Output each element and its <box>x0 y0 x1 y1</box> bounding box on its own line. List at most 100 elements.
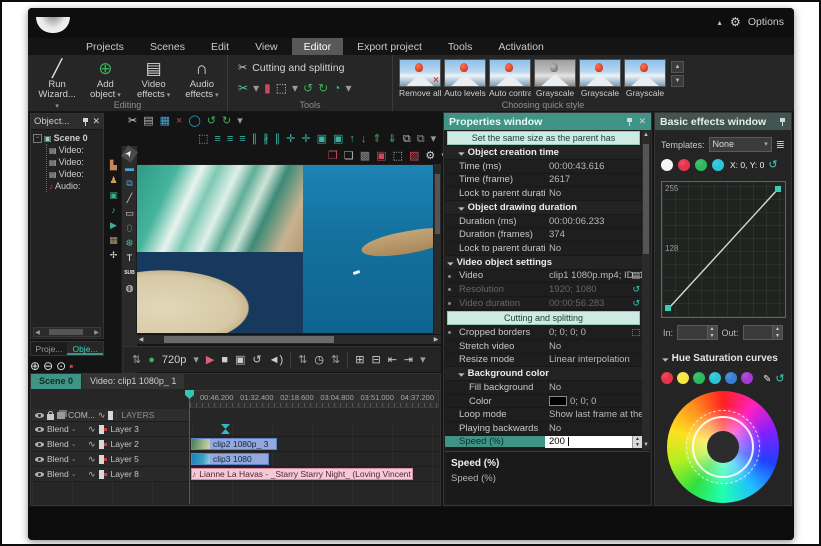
delete-object-icon[interactable]: × <box>176 114 182 128</box>
align-center-icon[interactable]: ≡ <box>227 132 233 146</box>
property-loop-mode-20[interactable]: Loop modeShow last frame at the end <box>445 408 642 422</box>
play-button[interactable]: ▶ <box>206 353 214 367</box>
layer-audio-icon[interactable] <box>88 469 96 480</box>
layer-visibility-icon[interactable] <box>35 426 44 432</box>
matte-box-icon[interactable]: ▨ <box>409 149 419 163</box>
insert-right-button[interactable]: ⊟ <box>371 353 380 367</box>
timeline-ruler[interactable]: 00:46.200 01:32.400 02:18.600 03:04.800 03:5… <box>189 390 439 408</box>
objects-hscrollbar[interactable]: ◀ ▶ <box>33 327 101 337</box>
crop-edit-icon[interactable]: ⬚ <box>631 327 640 338</box>
clip-clip2-1080p-3[interactable]: clip2 1080p_ 3 <box>191 438 277 450</box>
out-value-input[interactable]: ▲ ▼ <box>742 325 783 340</box>
tree-node-audio-3[interactable]: ♪ Audio: <box>49 180 103 192</box>
playhead[interactable] <box>189 390 190 504</box>
lock-column-icon[interactable] <box>47 410 54 420</box>
options-button[interactable]: Options <box>748 16 784 28</box>
timeline-tab-video-clip1-1080p-1[interactable]: Video: clip1 1080p_ 1 <box>82 374 185 389</box>
property-duration-frames-7[interactable]: Duration (frames) 374 <box>445 228 642 242</box>
clip-clip3-1080[interactable]: clip3 1080 <box>191 453 269 465</box>
close-icon[interactable]: ✕ <box>92 116 100 127</box>
selection-mode-icon[interactable]: ⬚ <box>198 132 208 146</box>
property-lock-to-parent-duration-8[interactable]: Lock to parent durationNo <box>445 241 642 256</box>
browse-file-icon[interactable]: ▤ <box>631 270 640 281</box>
collapse-ribbon-icon[interactable] <box>716 16 723 28</box>
paste-caret[interactable]: ▾ <box>431 132 437 146</box>
reset-icon[interactable]: ↺ <box>632 284 640 295</box>
tooltip-tool-icon[interactable]: ◍ <box>123 283 136 295</box>
property-stretch-video-15[interactable]: Stretch video No <box>445 339 642 354</box>
menu-item-edit[interactable]: Edit <box>199 38 241 55</box>
property-cropped-borders-14[interactable]: Cropped borders 0; 0; 0; 0 ⬚ <box>445 326 642 340</box>
quick-style-grayscale-3[interactable]: Grayscale <box>534 59 576 98</box>
layer-visibility-icon[interactable] <box>35 456 44 462</box>
layer-lane[interactable]: clip3 1080 <box>189 452 439 466</box>
hue-yellow-dot[interactable] <box>677 372 689 384</box>
align-left-icon[interactable]: ≡ <box>214 132 220 146</box>
speaker-button[interactable]: ◄) <box>269 353 284 367</box>
subtitles-tool-icon[interactable]: SUB <box>123 268 136 280</box>
hue-cyan-dot[interactable] <box>709 372 721 384</box>
menu-item-view[interactable]: View <box>243 38 290 55</box>
tree-node-scene[interactable]: − ▣ Scene 0 <box>33 132 103 144</box>
align-bottom-icon[interactable]: ∥ <box>275 132 281 146</box>
visibility-column-icon[interactable] <box>35 412 44 418</box>
button-set-the-same-size-as-the-parent-has[interactable]: Set the same size as the parent has <box>447 131 640 145</box>
cut-split-tool-icon[interactable]: ✂ <box>238 81 248 95</box>
duration-clock-icon[interactable]: ◔ <box>333 81 340 95</box>
move-down-icon[interactable]: ↓ <box>361 132 367 146</box>
section-video-object-settings[interactable]: Video object settings <box>445 255 642 270</box>
value-spinner[interactable]: ▲ ▼ <box>632 435 642 449</box>
duration-caret[interactable]: ▾ <box>345 81 351 95</box>
layer-audio-icon[interactable] <box>88 424 96 435</box>
layer-lane[interactable] <box>189 422 439 436</box>
fill-frame-icon[interactable]: ▦ <box>160 114 170 128</box>
center-vertical-icon[interactable]: ✛ <box>301 132 310 146</box>
menu-item-tools[interactable]: Tools <box>436 38 485 55</box>
layer-lane[interactable]: ♪ Lianne La Havas - _Starry Starry Night_… <box>189 467 439 481</box>
preview-quality-label[interactable]: 720p <box>162 353 186 367</box>
hue-saturation-section[interactable]: Hue Saturation curves <box>663 353 778 364</box>
center-horizontal-icon[interactable]: ✛ <box>286 132 295 146</box>
opacity-box-icon[interactable]: ▩ <box>360 149 370 163</box>
group-tool-icon[interactable]: ⧉ <box>123 178 136 190</box>
jump-end-button[interactable]: ⇥ <box>404 353 413 367</box>
clip-lianne-la-havas-starry-starry-[interactable]: ♪ Lianne La Havas - _Starry Starry Night_… <box>191 468 413 480</box>
timeline-zoom-fit-button[interactable]: ⊙ <box>56 359 66 373</box>
section-object-creation-time[interactable]: Object creation time <box>445 146 642 160</box>
property-sound-stretching-mode-23[interactable]: Sound stretching modeTempo change <box>445 449 642 450</box>
hue-magenta-dot[interactable] <box>741 372 753 384</box>
record-button[interactable]: ▪ <box>69 359 73 373</box>
preview-vscrollbar[interactable] <box>434 164 441 334</box>
send-back-icon[interactable]: ⇓ <box>388 132 397 146</box>
blend-mode-select[interactable]: Blend <box>47 469 85 479</box>
playback-more-caret[interactable]: ▾ <box>420 353 426 367</box>
hue-reset-icon[interactable] <box>775 369 784 387</box>
layer-name[interactable]: Layer 5 <box>111 454 139 464</box>
properties-close-icon[interactable]: ✕ <box>638 116 646 127</box>
delete-fragment-icon[interactable]: ▮ <box>264 81 271 95</box>
tree-node-video-1[interactable]: ▤ Video: <box>49 156 103 168</box>
layer-name[interactable]: Layer 3 <box>111 424 139 434</box>
video-preview[interactable] <box>136 164 434 334</box>
crop-caret[interactable]: ▾ <box>292 81 298 95</box>
layer-film-icon[interactable] <box>98 469 107 479</box>
undo-icon[interactable]: ↺ <box>207 114 216 128</box>
move-tool-icon[interactable]: ✢ <box>107 250 120 262</box>
insert-left-button[interactable]: ⊞ <box>355 353 364 367</box>
marquee-icon[interactable]: ⬚ <box>393 149 403 163</box>
styles-scroll-up-icon[interactable]: ▲ <box>671 61 684 73</box>
section-background-color[interactable]: Background color <box>445 367 642 382</box>
keyframe-marker[interactable] <box>221 424 230 434</box>
templates-list-icon[interactable] <box>776 138 785 151</box>
sprite-object-tool-icon[interactable]: ♟ <box>107 175 120 187</box>
chroma-box-icon[interactable]: ▣ <box>376 149 386 163</box>
tree-node-video-0[interactable]: ▤ Video: <box>49 144 103 156</box>
options-gear-icon[interactable] <box>730 15 741 29</box>
layer-visibility-icon[interactable] <box>35 471 44 477</box>
templates-select[interactable]: None <box>708 137 772 152</box>
frame-step-button[interactable]: ▣ <box>235 353 245 367</box>
composition-icon[interactable] <box>57 411 65 419</box>
layer-audio-icon[interactable] <box>88 439 96 450</box>
menu-item-editor[interactable]: Editor <box>291 38 344 55</box>
channel-white-dot[interactable] <box>661 158 673 171</box>
